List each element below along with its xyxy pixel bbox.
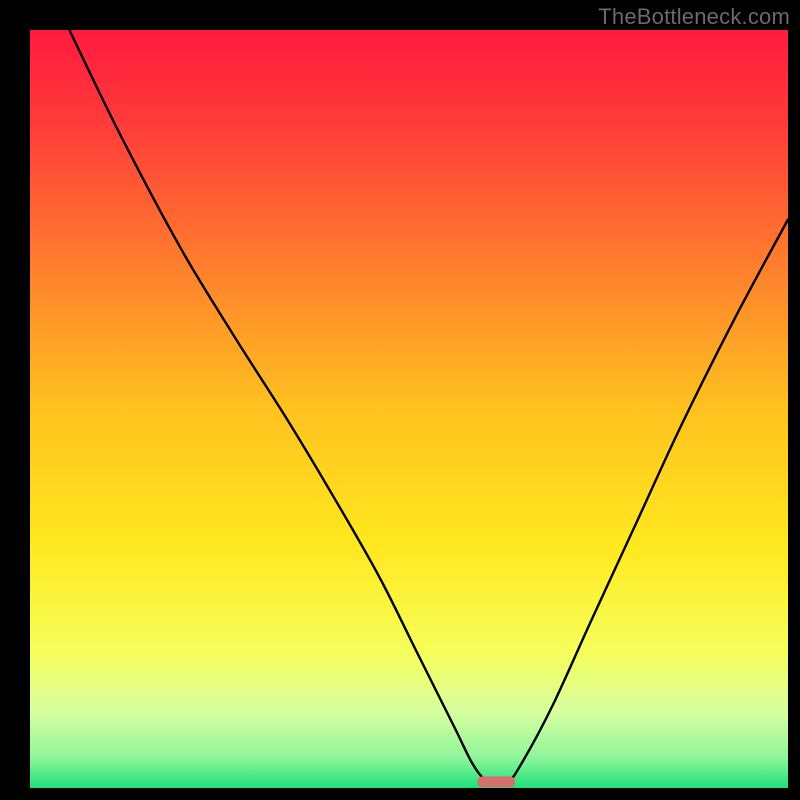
- optimal-zone-marker: [477, 776, 515, 787]
- bottleneck-chart: [0, 0, 800, 800]
- chart-background-gradient: [30, 30, 788, 788]
- watermark-text: TheBottleneck.com: [598, 4, 790, 30]
- chart-frame: TheBottleneck.com: [0, 0, 800, 800]
